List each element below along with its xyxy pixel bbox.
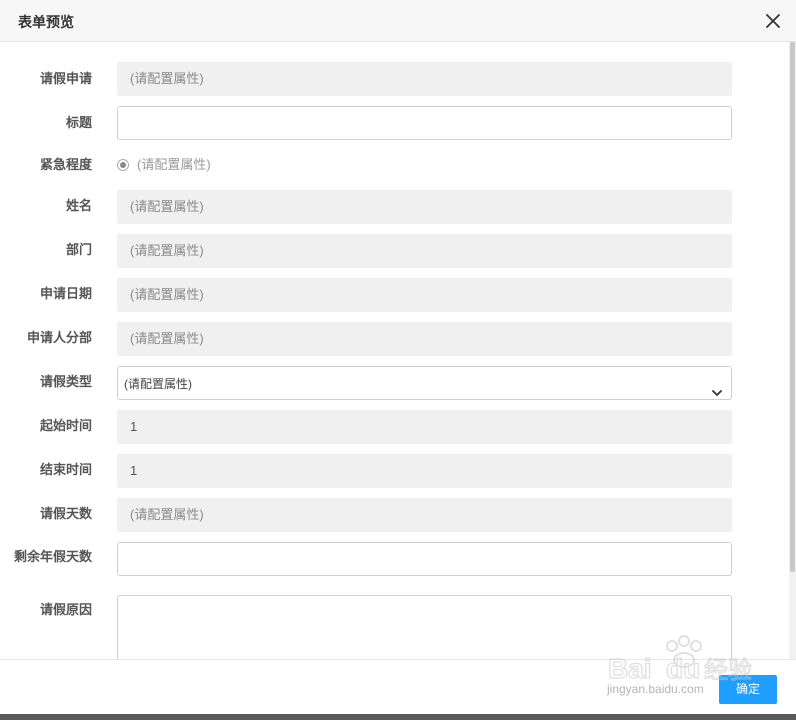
field-label: 申请日期 — [39, 286, 92, 301]
form-row-start-time: 起始时间 1 — [0, 410, 780, 444]
form-row-applicant-branch: 申请人分部 (请配置属性) — [0, 322, 780, 356]
field-label: 紧急程度 — [39, 157, 92, 172]
form-preview-dialog: 表单预览 请假申请 (请配置属性) 标题 紧急程度 (请配置属性) 姓名 (请配… — [0, 0, 796, 720]
remaining-annual-leave-input[interactable] — [117, 542, 732, 576]
close-icon[interactable] — [762, 10, 784, 32]
field-value: 1 — [130, 463, 138, 478]
field-value: (请配置属性) — [130, 243, 204, 258]
radio-label: (请配置属性) — [137, 157, 211, 172]
form-row-urgency: 紧急程度 (请配置属性) — [0, 156, 780, 176]
field-value: (请配置属性) — [130, 287, 204, 302]
bottom-divider — [0, 714, 796, 720]
field-value: (请配置属性) — [130, 507, 204, 522]
leave-reason-textarea[interactable] — [117, 595, 732, 659]
field-value: 1 — [130, 419, 138, 434]
form-row-leave-application: 请假申请 (请配置属性) — [0, 62, 780, 96]
dialog-title: 表单预览 — [18, 14, 74, 30]
field-value: (请配置属性) — [130, 331, 204, 346]
apply-date-field: (请配置属性) — [117, 278, 732, 312]
field-label: 结束时间 — [39, 462, 92, 477]
leave-days-field: (请配置属性) — [117, 498, 732, 532]
form-row-name: 姓名 (请配置属性) — [0, 190, 780, 224]
form-row-remaining-annual-leave: 剩余年假天数 — [0, 542, 780, 582]
name-field: (请配置属性) — [117, 190, 732, 224]
field-label: 起始时间 — [39, 418, 92, 433]
field-label: 申请人分部 — [26, 330, 92, 345]
form-row-department: 部门 (请配置属性) — [0, 234, 780, 268]
applicant-branch-field: (请配置属性) — [117, 322, 732, 356]
dialog-header: 表单预览 — [0, 0, 796, 42]
form-body[interactable]: 请假申请 (请配置属性) 标题 紧急程度 (请配置属性) 姓名 (请配置属性) — [0, 42, 796, 659]
end-time-field: 1 — [117, 454, 732, 488]
start-time-field: 1 — [117, 410, 732, 444]
department-field: (请配置属性) — [117, 234, 732, 268]
leave-type-select[interactable]: (请配置属性) — [117, 366, 732, 400]
field-value: (请配置属性) — [130, 199, 204, 214]
leave-application-field: (请配置属性) — [117, 62, 732, 96]
scrollbar-thumb[interactable] — [790, 42, 795, 572]
dialog-footer: 确定 — [0, 659, 796, 720]
chevron-down-icon — [711, 378, 723, 396]
field-label: 剩余年假天数 — [13, 549, 92, 564]
field-label: 请假原因 — [39, 602, 92, 617]
field-value: (请配置属性) — [130, 71, 204, 86]
field-label: 标题 — [65, 115, 92, 130]
form-row-leave-type: 请假类型 (请配置属性) — [0, 366, 780, 400]
confirm-button[interactable]: 确定 — [719, 675, 777, 704]
form-row-end-time: 结束时间 1 — [0, 454, 780, 488]
radio-button[interactable] — [117, 159, 129, 171]
form-row-leave-reason: 请假原因 — [0, 595, 780, 659]
field-label: 请假申请 — [39, 71, 92, 86]
field-label: 请假天数 — [39, 506, 92, 521]
field-label: 请假类型 — [39, 374, 92, 389]
field-label: 姓名 — [65, 198, 92, 213]
form-row-apply-date: 申请日期 (请配置属性) — [0, 278, 780, 312]
select-value: (请配置属性) — [124, 377, 192, 391]
form-row-leave-days: 请假天数 (请配置属性) — [0, 498, 780, 532]
field-label: 部门 — [65, 242, 92, 257]
form-row-title: 标题 — [0, 106, 780, 140]
title-input[interactable] — [117, 106, 732, 140]
